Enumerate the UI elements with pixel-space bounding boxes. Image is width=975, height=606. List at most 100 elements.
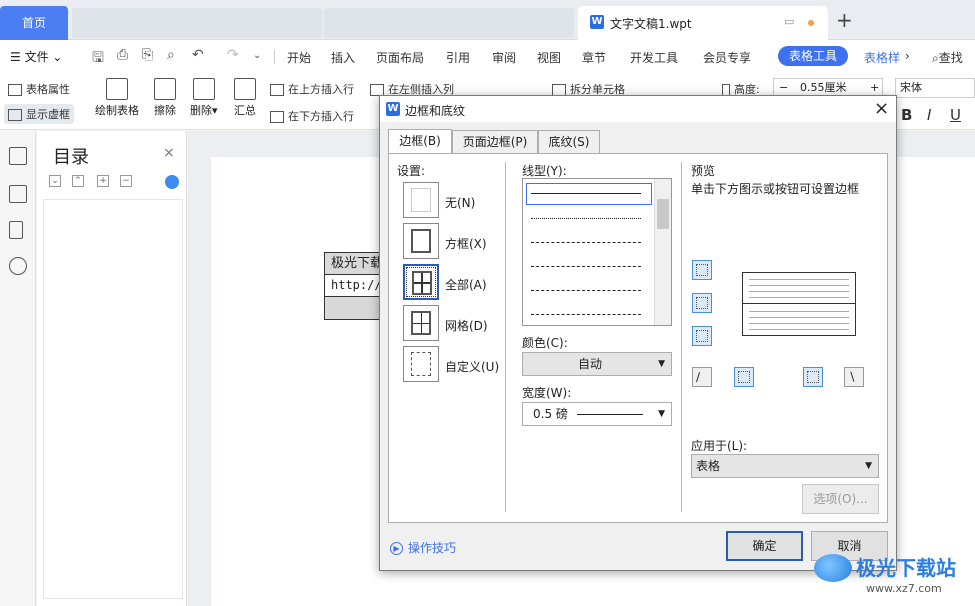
- bold-button[interactable]: B: [901, 106, 912, 124]
- insert-row-above-button[interactable]: 在上方插入行: [270, 81, 354, 97]
- delete-button[interactable]: 删除▾: [190, 78, 218, 118]
- menu-item-insert[interactable]: 插入: [331, 49, 355, 66]
- tab-blurred[interactable]: [324, 8, 574, 38]
- file-menu[interactable]: ☰ 文件 ⌄: [10, 48, 62, 65]
- menu-item-view[interactable]: 视图: [537, 49, 561, 66]
- line-style-scrollbar[interactable]: [654, 179, 671, 325]
- tab-home[interactable]: 首页: [0, 6, 68, 40]
- line-style-selected[interactable]: [526, 183, 652, 205]
- width-line-sample: [577, 414, 643, 415]
- menu-item-developer[interactable]: 开发工具: [630, 49, 678, 66]
- apply-to-select[interactable]: 表格 ▼: [691, 454, 879, 478]
- diagonal-down-button[interactable]: ∖: [844, 367, 864, 387]
- erase-button[interactable]: 擦除: [154, 78, 176, 118]
- search-icon[interactable]: [9, 257, 27, 275]
- save-icon[interactable]: 🖫: [92, 47, 104, 71]
- underline-button[interactable]: U: [950, 106, 961, 124]
- setting-box-label[interactable]: 方框(X): [445, 235, 487, 252]
- menu-item-layout[interactable]: 页面布局: [376, 49, 424, 66]
- summary-button[interactable]: 汇总: [234, 78, 256, 118]
- collapse-icon[interactable]: ⌃: [72, 175, 84, 187]
- tab-document[interactable]: W 文字文稿1.wpt ▭: [578, 6, 828, 40]
- dialog-title-bar: W 边框和底纹 ×: [380, 96, 896, 122]
- setting-all-icon[interactable]: [403, 264, 439, 300]
- table-cell[interactable]: 极光下载: [325, 253, 383, 275]
- table-properties-button[interactable]: 表格属性: [8, 81, 70, 97]
- monitor-icon[interactable]: ▭: [784, 15, 794, 28]
- remove-icon[interactable]: −: [120, 175, 132, 187]
- preview-icon[interactable]: ⌕: [167, 47, 175, 63]
- dialog-close-button[interactable]: ×: [874, 98, 889, 119]
- menu-item-review[interactable]: 审阅: [492, 49, 516, 66]
- width-value: 0.5 磅: [533, 407, 568, 421]
- ok-button[interactable]: 确定: [726, 531, 803, 561]
- setting-none-icon[interactable]: [403, 182, 439, 218]
- line-style-list[interactable]: [522, 178, 672, 326]
- redo-icon[interactable]: ↷: [227, 47, 239, 63]
- export-icon[interactable]: ⎙: [117, 47, 128, 63]
- tab-page-border[interactable]: 页面边框(P): [452, 130, 538, 154]
- apply-to-value: 表格: [696, 459, 721, 473]
- font-name-select[interactable]: 宋体: [895, 78, 975, 98]
- tab-shading[interactable]: 底纹(S): [538, 130, 600, 154]
- line-style-dotted[interactable]: [531, 218, 641, 219]
- diagonal-up-button[interactable]: ∕: [692, 367, 712, 387]
- setting-grid-label[interactable]: 网格(D): [445, 317, 488, 334]
- outline-icon[interactable]: [9, 147, 27, 165]
- line-style-dashed[interactable]: [531, 242, 641, 243]
- options-button[interactable]: 选项(O)...: [802, 484, 879, 514]
- search-button[interactable]: ⌕查找: [932, 49, 963, 66]
- bookmark-icon[interactable]: [9, 221, 23, 239]
- color-select[interactable]: 自动 ▼: [522, 352, 672, 376]
- line-style-solid[interactable]: [531, 193, 641, 194]
- italic-button[interactable]: I: [927, 106, 931, 124]
- menu-item-references[interactable]: 引用: [446, 49, 470, 66]
- diagonal-up-icon: ∕: [696, 370, 701, 384]
- preview-line: [749, 317, 849, 318]
- menu-item-table-style[interactable]: 表格样: [864, 49, 900, 66]
- menu-more-arrow[interactable]: ›: [905, 49, 910, 63]
- border-middle-button[interactable]: [692, 293, 712, 313]
- preview-area[interactable]: [742, 272, 856, 336]
- setting-none-label[interactable]: 无(N): [445, 194, 475, 211]
- new-tab-button[interactable]: +: [836, 8, 853, 32]
- title-bar: 首页 W 文字文稿1.wpt ▭ +: [0, 0, 975, 40]
- setting-custom-label[interactable]: 自定义(U): [445, 358, 499, 375]
- border-top-button[interactable]: [692, 260, 712, 280]
- line-style-long-dash[interactable]: [531, 266, 641, 267]
- line-style-dash-dot-dot[interactable]: [531, 314, 641, 315]
- dropdown-icon[interactable]: ⌄: [253, 50, 261, 61]
- menu-item-start[interactable]: 开始: [287, 49, 311, 66]
- search-label: 查找: [938, 51, 963, 65]
- setting-box-icon[interactable]: [403, 223, 439, 259]
- folder-icon[interactable]: [9, 185, 27, 203]
- setting-all-label[interactable]: 全部(A): [445, 276, 487, 293]
- setting-custom-icon[interactable]: [403, 346, 439, 382]
- menu-item-table-tools[interactable]: 表格工具: [778, 46, 848, 66]
- toc-close-button[interactable]: ×: [163, 145, 175, 161]
- border-left-button[interactable]: [734, 367, 754, 387]
- border-bottom-button[interactable]: [692, 326, 712, 346]
- table-cell[interactable]: http://: [325, 275, 383, 297]
- show-gridlines-button[interactable]: 显示虚框: [4, 104, 74, 124]
- border-vertical-button[interactable]: [803, 367, 823, 387]
- line-style-dash-dot[interactable]: [531, 290, 641, 291]
- tab-borders[interactable]: 边框(B): [388, 129, 452, 154]
- setting-grid-icon[interactable]: [403, 305, 439, 341]
- add-icon[interactable]: +: [97, 175, 109, 187]
- expand-icon[interactable]: ⌄: [49, 175, 61, 187]
- document-table[interactable]: 极光下载 http://: [324, 252, 384, 320]
- menu-item-member[interactable]: 会员专享: [703, 49, 751, 66]
- preview-line: [749, 329, 849, 330]
- width-select[interactable]: 0.5 磅 ▼: [522, 402, 672, 426]
- assistant-icon[interactable]: [165, 175, 179, 189]
- table-cell[interactable]: [325, 297, 383, 319]
- draw-table-button[interactable]: 绘制表格: [95, 78, 139, 118]
- insert-row-below-button[interactable]: 在下方插入行: [270, 108, 354, 124]
- print-icon[interactable]: ⎘: [142, 47, 153, 63]
- tab-blurred[interactable]: [72, 8, 322, 38]
- undo-icon[interactable]: ↶: [192, 47, 204, 63]
- menu-item-section[interactable]: 章节: [582, 49, 606, 66]
- scroll-thumb[interactable]: [657, 199, 669, 229]
- tips-link[interactable]: ▶ 操作技巧: [390, 539, 456, 556]
